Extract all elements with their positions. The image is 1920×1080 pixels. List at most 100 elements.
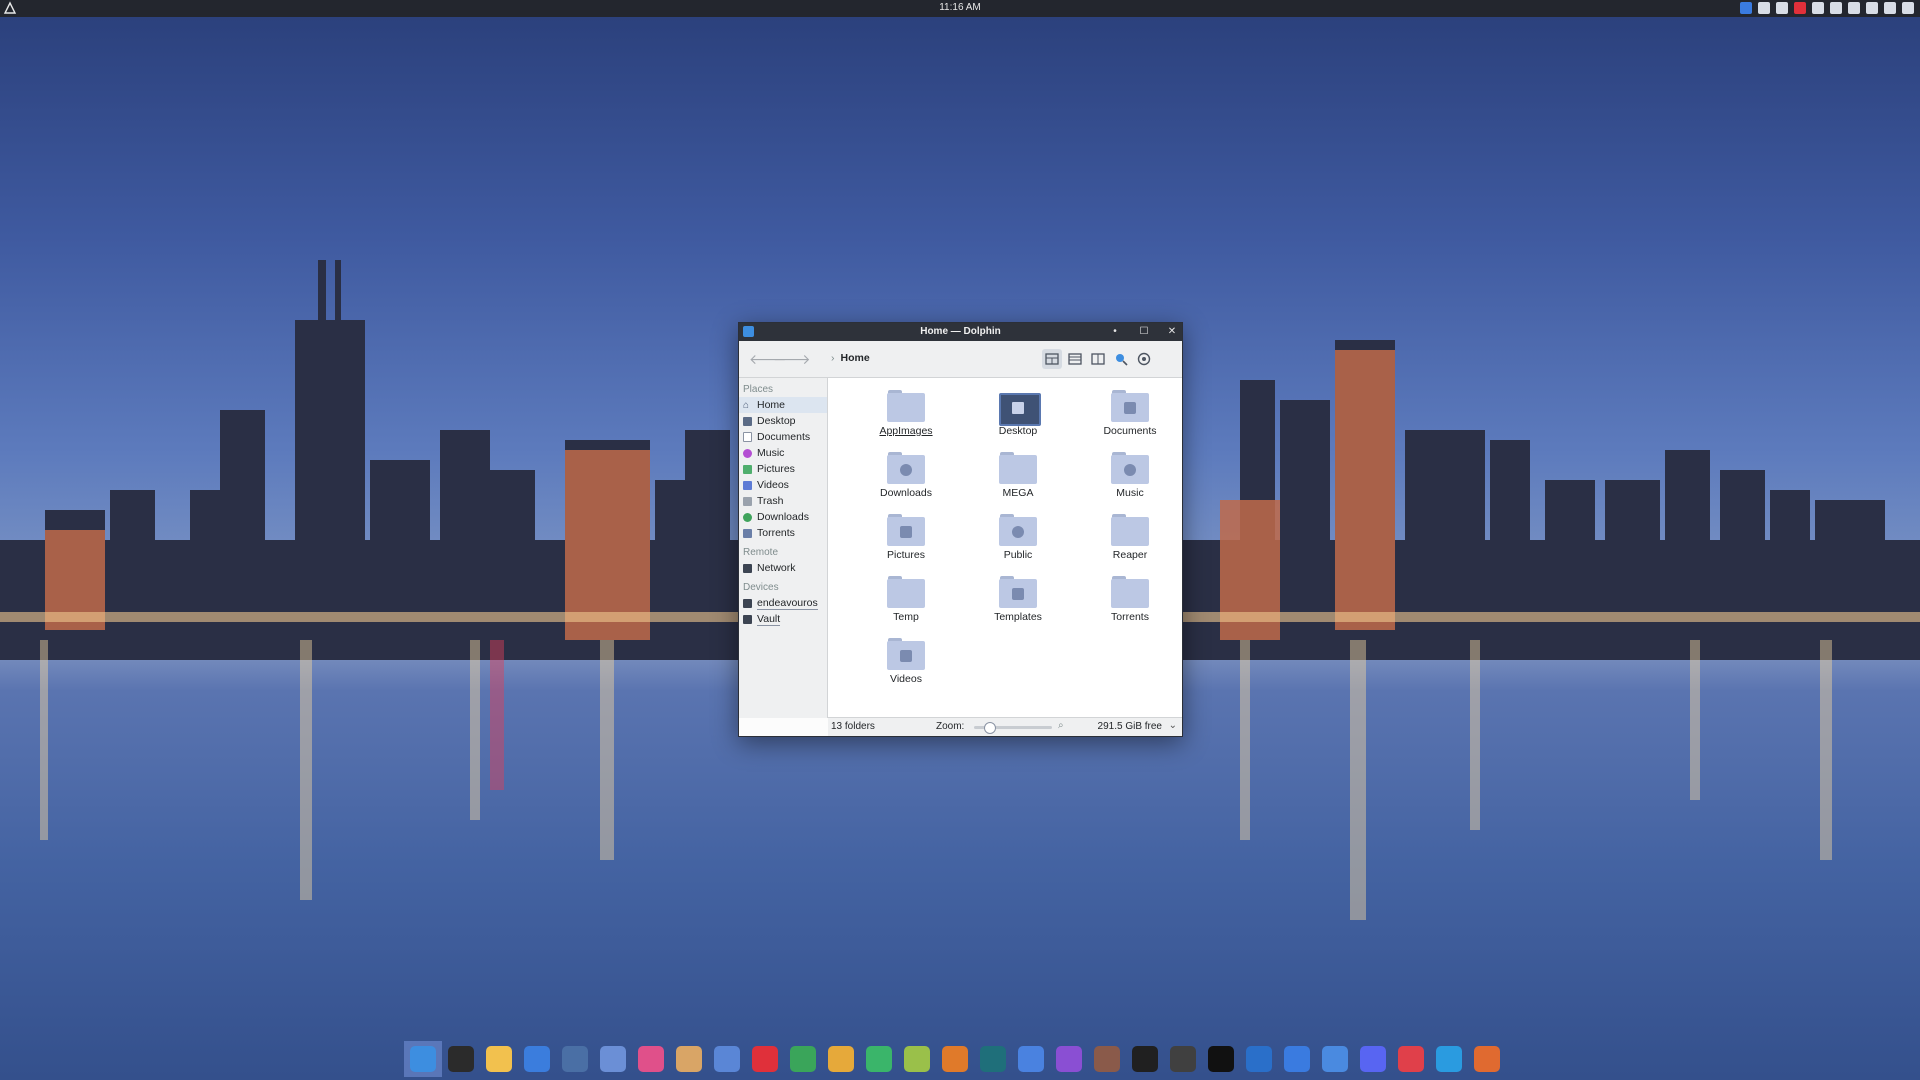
- toolbar: 🡐 🡒 › Home: [739, 341, 1182, 378]
- top-panel: 11:16 AM: [0, 0, 1920, 17]
- sidebar-item-label: Trash: [757, 495, 784, 507]
- dock-item[interactable]: [1278, 1041, 1316, 1077]
- sidebar-item-music[interactable]: Music: [739, 445, 827, 461]
- sidebar-item-trash[interactable]: Trash: [739, 493, 827, 509]
- folder-icon: [999, 450, 1037, 484]
- drive-icon: [743, 614, 752, 624]
- sidebar-item-downloads[interactable]: Downloads: [739, 509, 827, 525]
- search-icon: [1116, 354, 1128, 366]
- sidebar-item-pictures[interactable]: Pictures: [739, 461, 827, 477]
- dock-item[interactable]: [822, 1041, 860, 1077]
- dock-item[interactable]: [442, 1041, 480, 1077]
- dock-item[interactable]: [936, 1041, 974, 1077]
- dock-item[interactable]: [1316, 1041, 1354, 1077]
- sidebar-item-torrents[interactable]: Torrents: [739, 525, 827, 541]
- desktop-tray-icon[interactable]: [1902, 2, 1914, 14]
- sidebar-item-network[interactable]: Network: [739, 560, 827, 576]
- mega-tray-icon[interactable]: [1794, 2, 1806, 14]
- dock-item[interactable]: [632, 1041, 670, 1077]
- folder-item-appimages[interactable]: AppImages: [850, 386, 962, 448]
- minimize-button[interactable]: •: [1108, 325, 1122, 339]
- dock-item[interactable]: [898, 1041, 936, 1077]
- qbittorrent-icon: [1284, 1046, 1310, 1072]
- bluetooth-icon[interactable]: [1830, 2, 1842, 14]
- folder-item-videos[interactable]: Videos: [850, 634, 962, 696]
- dock-item[interactable]: [1126, 1041, 1164, 1077]
- back-button[interactable]: 🡐: [749, 351, 787, 367]
- folder-name: Temp: [893, 611, 919, 623]
- clock[interactable]: 11:16 AM: [0, 2, 1920, 13]
- close-button[interactable]: ✕: [1165, 325, 1179, 339]
- sidebar-item-videos[interactable]: Videos: [739, 477, 827, 493]
- dock-item[interactable]: [670, 1041, 708, 1077]
- zoom-slider-handle[interactable]: [984, 722, 996, 734]
- icons-view-button[interactable]: [1042, 349, 1062, 369]
- shield-tray-icon[interactable]: [1740, 2, 1752, 14]
- zoom-label: Zoom:: [936, 721, 965, 732]
- dock-item[interactable]: [1354, 1041, 1392, 1077]
- videos-folder-icon: [887, 636, 925, 670]
- forward-button[interactable]: 🡒: [773, 351, 811, 367]
- dock-item[interactable]: [1088, 1041, 1126, 1077]
- network-tray-icon[interactable]: [1776, 2, 1788, 14]
- dock-item[interactable]: [594, 1041, 632, 1077]
- free-space[interactable]: 291.5 GiB free: [1098, 721, 1162, 732]
- folder-item-desktop[interactable]: Desktop: [962, 386, 1074, 448]
- dock-item[interactable]: [1392, 1041, 1430, 1077]
- dock-item[interactable]: [860, 1041, 898, 1077]
- network-icon: [743, 563, 752, 573]
- folder-item-temp[interactable]: Temp: [850, 572, 962, 634]
- chevron-right-icon: ›: [831, 352, 835, 364]
- dock-item[interactable]: [1430, 1041, 1468, 1077]
- dock-item[interactable]: [1240, 1041, 1278, 1077]
- volume-icon[interactable]: [1812, 2, 1824, 14]
- dock-item[interactable]: [746, 1041, 784, 1077]
- sidebar-item-vault[interactable]: Vault: [739, 611, 827, 627]
- folder-item-templates[interactable]: Templates: [962, 572, 1074, 634]
- clipboard-tray-icon[interactable]: [1758, 2, 1770, 14]
- sidebar-item-desktop[interactable]: Desktop: [739, 413, 827, 429]
- chevron-down-icon[interactable]: ⌄: [1169, 720, 1177, 731]
- zoom-slider[interactable]: [974, 722, 1052, 734]
- dock-item[interactable]: [480, 1041, 518, 1077]
- dock-item[interactable]: [1050, 1041, 1088, 1077]
- maximize-button[interactable]: ☐: [1137, 325, 1151, 339]
- folder-name: Videos: [890, 673, 922, 685]
- menu-button[interactable]: [1134, 349, 1154, 369]
- sidebar-item-label: Videos: [757, 479, 789, 491]
- folder-item-pictures[interactable]: Pictures: [850, 510, 962, 572]
- file-view[interactable]: AppImages Desktop Documents Downloads ME…: [828, 378, 1182, 718]
- dock-item[interactable]: [518, 1041, 556, 1077]
- battery-icon[interactable]: [1848, 2, 1860, 14]
- dock-item[interactable]: [404, 1041, 442, 1077]
- dock-item[interactable]: [708, 1041, 746, 1077]
- dock-item[interactable]: [556, 1041, 594, 1077]
- dock-item[interactable]: [1012, 1041, 1050, 1077]
- details-view-button[interactable]: [1065, 349, 1085, 369]
- title-bar[interactable]: Home — Dolphin • ☐ ✕: [739, 323, 1182, 341]
- folder-item-reaper[interactable]: Reaper: [1074, 510, 1186, 572]
- folder-item-mega[interactable]: MEGA: [962, 448, 1074, 510]
- sidebar-item-endeavouros[interactable]: endeavouros: [739, 595, 827, 611]
- sidebar-item-documents[interactable]: Documents: [739, 429, 827, 445]
- search-button[interactable]: [1111, 349, 1131, 369]
- shield-app-icon: [790, 1046, 816, 1072]
- folder-item-documents[interactable]: Documents: [1074, 386, 1186, 448]
- folder-item-public[interactable]: Public: [962, 510, 1074, 572]
- sidebar-item-home[interactable]: ⌂ Home: [739, 397, 827, 413]
- folder-item-music[interactable]: Music: [1074, 448, 1186, 510]
- videos-icon: [743, 480, 752, 490]
- folder-item-torrents[interactable]: Torrents: [1074, 572, 1186, 634]
- folder-item-downloads[interactable]: Downloads: [850, 448, 962, 510]
- dock-item[interactable]: [1164, 1041, 1202, 1077]
- folder-name: Music: [1116, 487, 1144, 499]
- dock-item[interactable]: [784, 1041, 822, 1077]
- chevron-down-icon[interactable]: [1884, 2, 1896, 14]
- split-view-button[interactable]: [1088, 349, 1108, 369]
- dock-item[interactable]: [974, 1041, 1012, 1077]
- breadcrumb[interactable]: › Home: [831, 352, 870, 364]
- dock-item[interactable]: [1202, 1041, 1240, 1077]
- display-tray-icon[interactable]: [1866, 2, 1878, 14]
- dock-item[interactable]: [1468, 1041, 1506, 1077]
- breadcrumb-home[interactable]: Home: [841, 352, 870, 364]
